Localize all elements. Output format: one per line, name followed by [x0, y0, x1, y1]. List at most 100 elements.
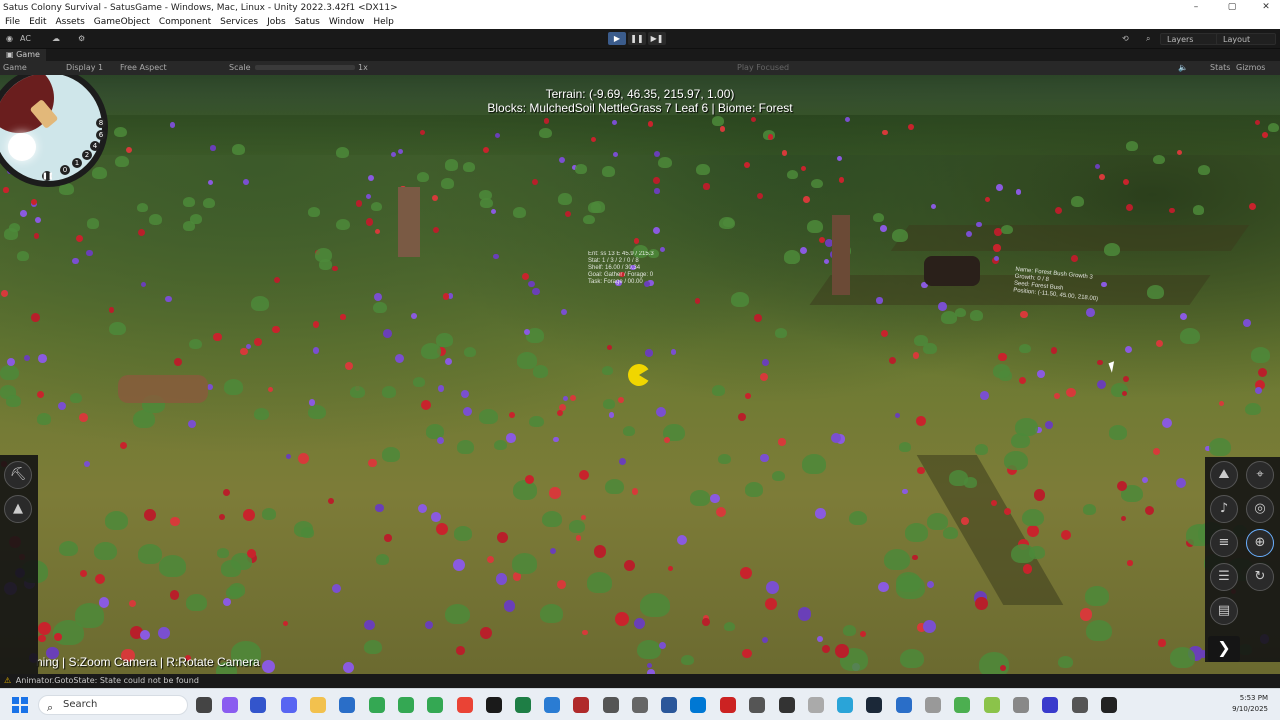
vscode-icon[interactable] — [544, 697, 560, 713]
game-viewport[interactable]: Ent: ss 13 E 45.9 / 215.3 Stat: 1 / 3 / … — [0, 75, 1280, 674]
chrome-icon[interactable] — [457, 697, 473, 713]
unity-icon[interactable] — [603, 697, 619, 713]
media-player-icon[interactable] — [1101, 697, 1117, 713]
taskbar-search-box[interactable]: ⌕ Search — [38, 695, 188, 715]
app-icon[interactable] — [1042, 697, 1058, 713]
windows-start-icon[interactable] — [12, 697, 28, 713]
unity-icon[interactable] — [1072, 697, 1088, 713]
flower — [243, 509, 255, 521]
menu-assets[interactable]: Assets — [56, 17, 85, 27]
flower — [1158, 639, 1166, 647]
menu-satus[interactable]: Satus — [295, 17, 320, 27]
app-icon[interactable] — [925, 697, 941, 713]
snipping-tool-icon[interactable] — [222, 697, 238, 713]
menu-file[interactable]: File — [5, 17, 20, 27]
layers-dropdown[interactable]: Layers — [1160, 33, 1220, 45]
menu-help[interactable]: Help — [373, 17, 394, 27]
target-icon[interactable]: ⌖ — [1246, 461, 1274, 489]
cloud-icon[interactable]: ☁ — [52, 33, 60, 45]
chrome-icon[interactable] — [398, 697, 414, 713]
history-icon[interactable]: ⟲ — [1122, 33, 1129, 45]
play-button[interactable]: ▶ — [608, 32, 626, 45]
console-status-bar[interactable]: ⚠ Animator.GotoState: State could not be… — [0, 674, 1280, 688]
app-icon[interactable] — [749, 697, 765, 713]
colonist-character[interactable] — [832, 215, 850, 295]
app-icon[interactable] — [779, 697, 795, 713]
rotate-icon[interactable]: ↻ — [1246, 563, 1274, 591]
menu-bar: File Edit Assets GameObject Component Se… — [0, 15, 1280, 29]
scale-slider[interactable] — [255, 65, 355, 70]
app-icon[interactable] — [1013, 697, 1029, 713]
flower — [503, 600, 516, 612]
github-icon[interactable] — [486, 697, 502, 713]
pause-button[interactable]: ❚❚ — [628, 32, 646, 45]
menu-window[interactable]: Window — [329, 17, 365, 27]
app-icon[interactable] — [250, 697, 266, 713]
flower — [3, 187, 9, 193]
chrome-icon[interactable] — [369, 697, 385, 713]
tab-game[interactable]: ▣ Game — [0, 49, 46, 61]
excel-icon[interactable] — [515, 697, 531, 713]
menu-services[interactable]: Services — [220, 17, 258, 27]
bush — [115, 156, 129, 168]
maximize-button[interactable]: ▢ — [1220, 0, 1244, 15]
animal-deer[interactable] — [118, 375, 208, 403]
discord-icon[interactable] — [281, 697, 297, 713]
word-icon[interactable] — [661, 697, 677, 713]
search-icon[interactable]: ⌕ — [1146, 33, 1150, 45]
settings-icon[interactable]: ⚙ — [78, 33, 85, 45]
selection-marker-icon[interactable] — [628, 364, 650, 386]
steam-icon[interactable] — [866, 697, 882, 713]
menu-gameobject[interactable]: GameObject — [94, 17, 150, 27]
layer-bottom-icon[interactable]: ▤ — [1210, 597, 1238, 625]
layer-down-icon[interactable]: ☰ — [1210, 563, 1238, 591]
bush — [622, 426, 636, 437]
minimize-button[interactable]: – — [1184, 0, 1208, 15]
stats-button[interactable]: Stats — [1210, 63, 1230, 73]
layout-dropdown[interactable]: Layout — [1216, 33, 1276, 45]
flower — [738, 413, 747, 422]
pickaxe-icon[interactable]: ⛏ — [4, 461, 32, 489]
system-clock[interactable]: 5:53 PM 9/10/2025 — [1208, 693, 1268, 715]
flower — [664, 436, 670, 443]
aspect-dropdown[interactable]: Free Aspect — [120, 63, 167, 73]
audio-icon[interactable]: 🔈 — [1178, 63, 1188, 73]
colonist-character[interactable] — [398, 187, 420, 257]
display-dropdown[interactable]: Display 1 — [66, 63, 103, 73]
flower — [1003, 507, 1011, 515]
menu-component[interactable]: Component — [159, 17, 211, 27]
app-icon[interactable] — [808, 697, 824, 713]
app-icon[interactable] — [573, 697, 589, 713]
app-icon[interactable] — [984, 697, 1000, 713]
task-view-icon[interactable] — [196, 697, 212, 713]
store-icon[interactable] — [339, 697, 355, 713]
gizmos-dropdown[interactable]: Gizmos — [1236, 63, 1265, 73]
layer-stack-icon[interactable]: ≡ — [1210, 529, 1238, 557]
outlook-icon[interactable] — [690, 697, 706, 713]
clock-number: 8 — [96, 118, 106, 128]
menu-edit[interactable]: Edit — [29, 17, 46, 27]
bush — [843, 625, 857, 636]
menu-jobs[interactable]: Jobs — [267, 17, 286, 27]
play-focused-dropdown[interactable]: Play Focused — [737, 63, 789, 73]
mountain-icon[interactable]: ⛰ — [1210, 461, 1238, 489]
animal-boar[interactable] — [924, 256, 980, 286]
chrome-icon[interactable] — [427, 697, 443, 713]
expand-panel-button[interactable]: ❯ — [1208, 636, 1240, 662]
pause-time-button[interactable]: ❚❚ — [42, 171, 54, 181]
bell-icon[interactable]: ♪ — [1210, 495, 1238, 523]
record-icon[interactable] — [720, 697, 736, 713]
step-button[interactable]: ▶❚ — [648, 32, 666, 45]
close-button[interactable]: ✕ — [1254, 0, 1278, 15]
compass-icon[interactable]: ◎ — [1246, 495, 1274, 523]
account-icon[interactable]: ◉ — [6, 33, 13, 45]
file-explorer-icon[interactable] — [310, 697, 326, 713]
account-label[interactable]: AC — [20, 33, 31, 45]
crosshair-icon[interactable]: ⊕ — [1246, 529, 1274, 557]
game-mode-dropdown[interactable]: Game — [3, 63, 27, 73]
app-icon[interactable] — [954, 697, 970, 713]
app-icon[interactable] — [896, 697, 912, 713]
telegram-icon[interactable] — [837, 697, 853, 713]
terrain-icon[interactable]: ▲ — [4, 495, 32, 523]
unity-icon[interactable] — [632, 697, 648, 713]
